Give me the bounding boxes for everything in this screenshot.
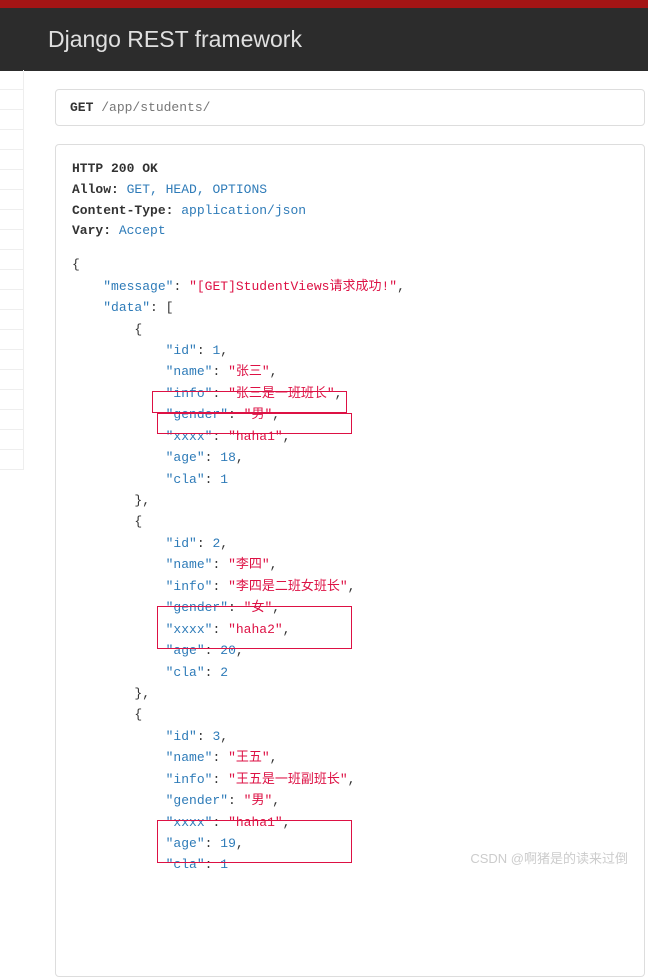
json-string: "李四" [228, 557, 270, 572]
json-key: "xxxx" [166, 429, 213, 444]
status-line: HTTP 200 OK [72, 159, 628, 180]
json-key: "xxxx" [166, 815, 213, 830]
json-key: "age" [166, 836, 205, 851]
json-key: "xxxx" [166, 622, 213, 637]
http-method: GET [70, 100, 93, 115]
json-key: "id" [166, 536, 197, 551]
json-key: "gender" [166, 793, 228, 808]
json-number: 19 [220, 836, 236, 851]
ctype-key: Content-Type: [72, 203, 173, 218]
json-key: "message" [103, 279, 173, 294]
vary-key: Vary: [72, 223, 111, 238]
json-key: "gender" [166, 600, 228, 615]
json-string: "王五" [228, 750, 270, 765]
watermark: CSDN @啊猪是的读来过倒 [470, 848, 628, 867]
json-key: "name" [166, 364, 213, 379]
request-path: /app/students/ [101, 100, 210, 115]
json-string: "男" [244, 407, 273, 422]
json-string: "haha2" [228, 622, 283, 637]
allow-key: Allow: [72, 182, 119, 197]
json-key: "cla" [166, 472, 205, 487]
json-string: "张三" [228, 364, 270, 379]
json-string: "男" [244, 793, 273, 808]
json-key: "age" [166, 450, 205, 465]
json-number: 1 [220, 857, 228, 872]
json-key: "id" [166, 343, 197, 358]
navbar-title[interactable]: Django REST framework [48, 26, 302, 52]
json-number: 20 [220, 643, 236, 658]
response-headers: HTTP 200 OK Allow: GET, HEAD, OPTIONS Co… [72, 159, 628, 242]
content-area: GET /app/students/ HTTP 200 OK Allow: GE… [0, 71, 648, 977]
json-string: "王五是一班副班长" [228, 772, 348, 787]
json-key: "name" [166, 557, 213, 572]
ctype-val: application/json [181, 203, 306, 218]
json-string: "张三是一班班长" [228, 386, 335, 401]
json-number: 1 [220, 472, 228, 487]
json-key: "info" [166, 386, 213, 401]
json-number: 18 [220, 450, 236, 465]
json-key: "name" [166, 750, 213, 765]
json-string: "女" [244, 600, 273, 615]
json-key: "age" [166, 643, 205, 658]
json-key: "info" [166, 772, 213, 787]
navbar: Django REST framework [0, 8, 648, 71]
json-number: 2 [220, 665, 228, 680]
json-key: "data" [103, 300, 150, 315]
json-key: "info" [166, 579, 213, 594]
json-string: "李四是二班女班长" [228, 579, 348, 594]
json-key: "cla" [166, 665, 205, 680]
json-string: "haha1" [228, 815, 283, 830]
json-key: "cla" [166, 857, 205, 872]
json-string: "[GET]StudentViews请求成功!" [189, 279, 397, 294]
request-panel: GET /app/students/ [55, 89, 645, 126]
json-key: "gender" [166, 407, 228, 422]
vary-val: Accept [119, 223, 166, 238]
top-accent-bar [0, 0, 648, 8]
request-bar: GET /app/students/ [56, 90, 644, 125]
allow-val: GET, HEAD, OPTIONS [127, 182, 267, 197]
json-string: "haha1" [228, 429, 283, 444]
json-key: "id" [166, 729, 197, 744]
